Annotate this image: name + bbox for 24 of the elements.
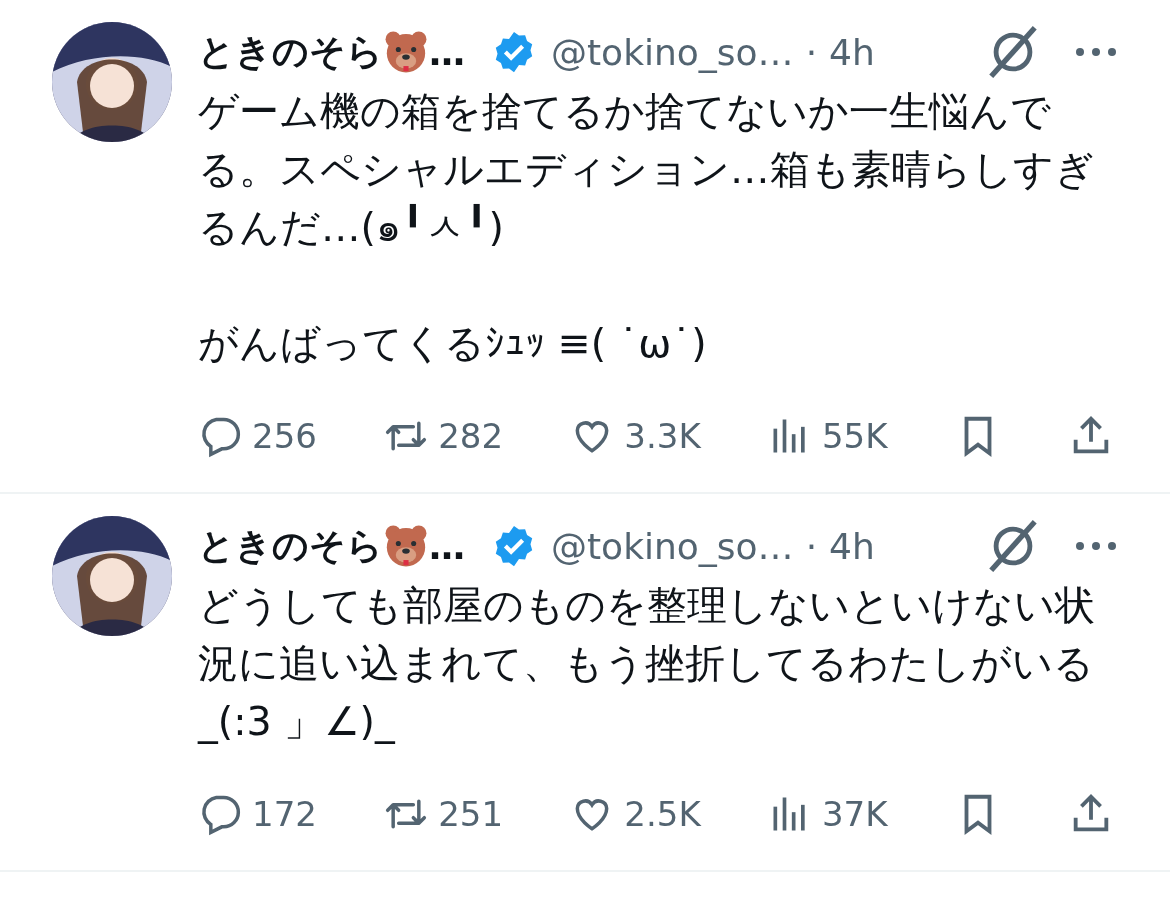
- user-handle[interactable]: @tokino_so…: [551, 31, 794, 73]
- post-text: ゲーム機の箱を捨てるか捨てないか一生悩んでる。スペシャルエディション…箱も素晴らしすぎるんだ…(๑╹ㅅ╹) がんばってくるｼｭｯ ≡( ˙ω˙): [198, 87, 1096, 368]
- separator-dot: ·: [805, 31, 818, 73]
- display-name[interactable]: ときのそら: [198, 521, 383, 571]
- name-ellipsis: …: [429, 31, 465, 73]
- more-options-icon[interactable]: [1074, 540, 1118, 552]
- user-handle[interactable]: @tokino_so…: [551, 525, 794, 567]
- reply-button[interactable]: 256: [198, 414, 317, 458]
- views-button[interactable]: 55K: [767, 414, 888, 458]
- like-button[interactable]: 2.5K: [570, 792, 701, 836]
- reply-button[interactable]: 172: [198, 792, 317, 836]
- bear-face-icon: [383, 29, 429, 75]
- display-name[interactable]: ときのそら: [198, 27, 383, 77]
- post-time[interactable]: 4h: [829, 525, 875, 567]
- views-button[interactable]: 37K: [767, 792, 888, 836]
- post-text: どうしても部屋のものを整理しないといけない状況に追い込まれて、もう挫折してるわたしがいる_(:3 」∠)_: [198, 581, 1096, 746]
- like-button[interactable]: 3.3K: [570, 414, 701, 458]
- name-ellipsis: …: [429, 525, 465, 567]
- repost-button[interactable]: 251: [384, 792, 504, 836]
- bear-face-icon: [383, 523, 429, 569]
- repost-button[interactable]: 282: [384, 414, 504, 458]
- post-time[interactable]: 4h: [829, 31, 875, 73]
- more-options-icon[interactable]: [1074, 46, 1118, 58]
- separator-dot: ·: [805, 525, 818, 567]
